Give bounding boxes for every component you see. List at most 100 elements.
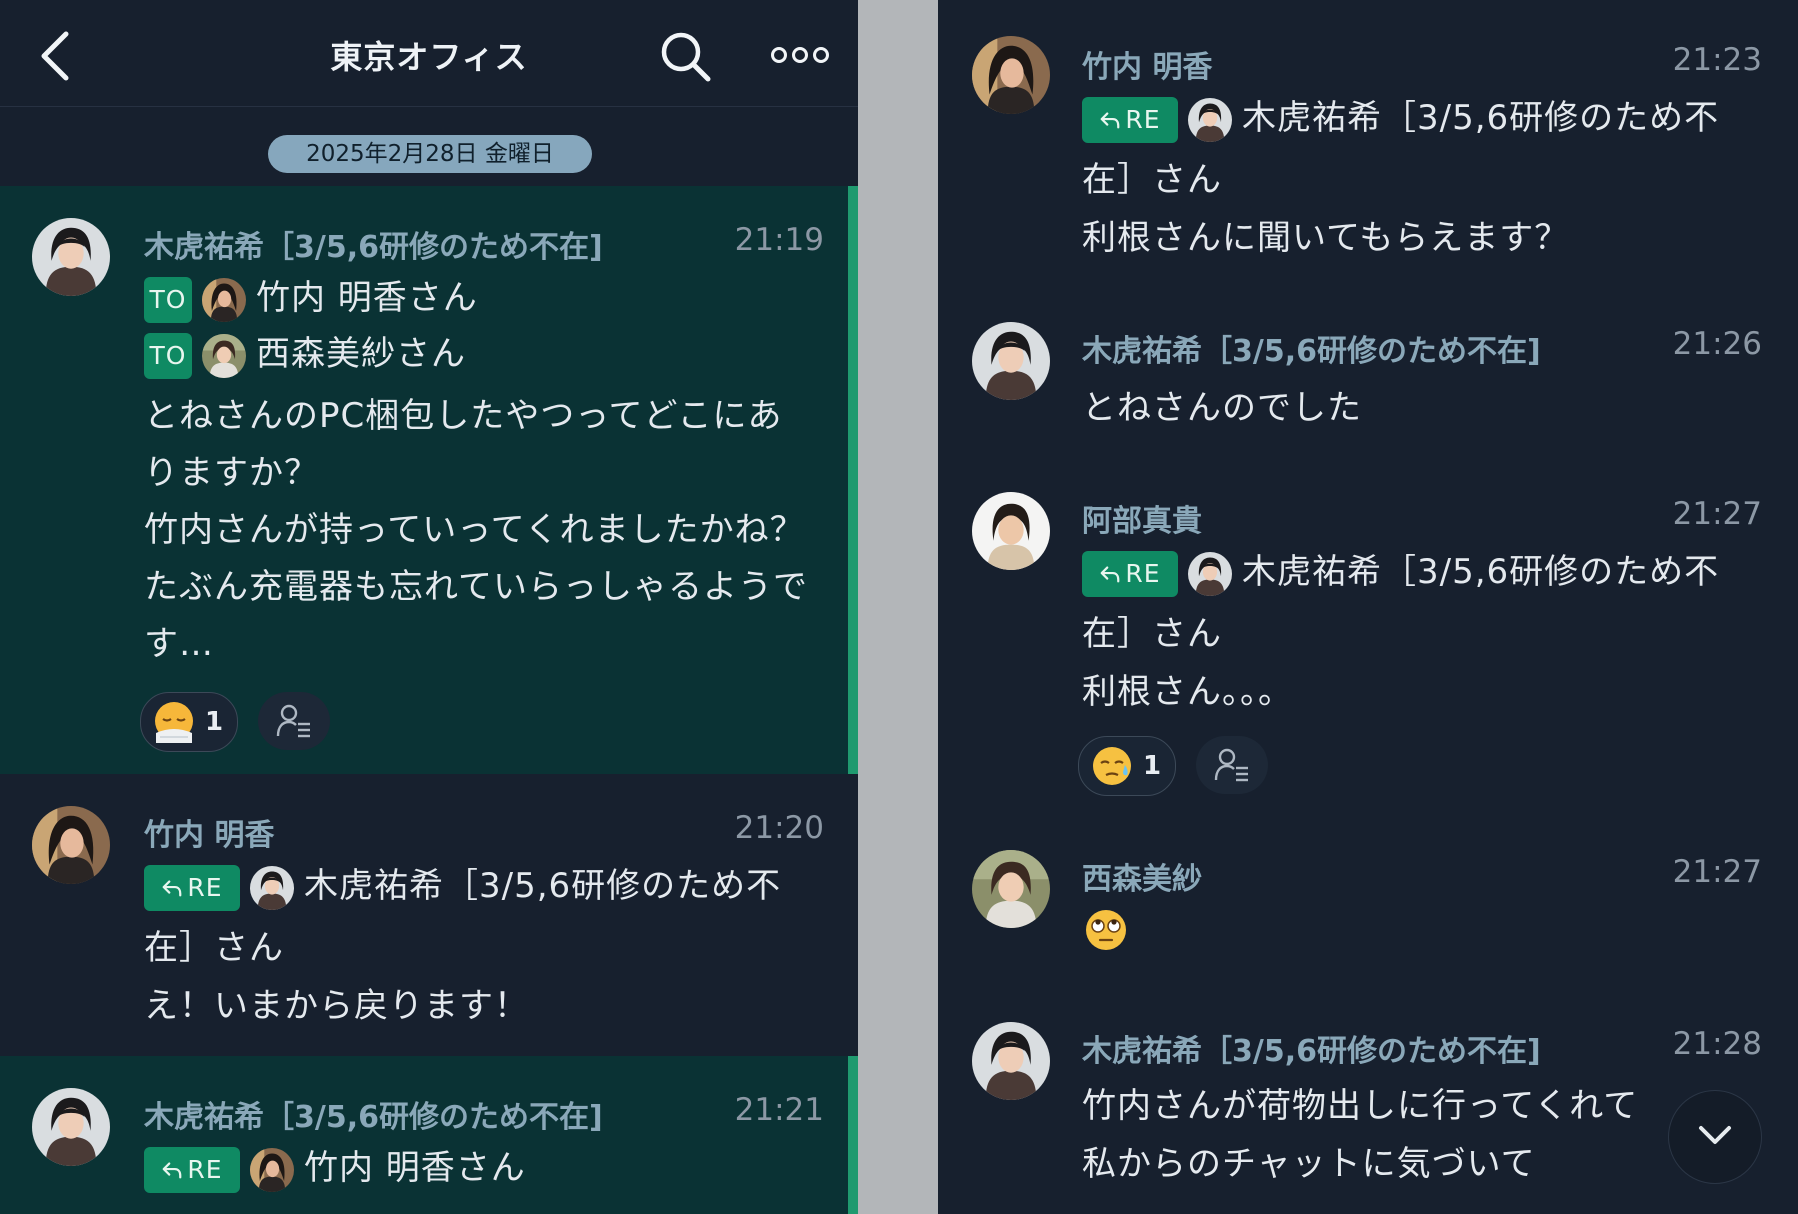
- reply-arrow-icon: [161, 877, 183, 899]
- search-icon[interactable]: [656, 28, 716, 88]
- message-text: え！いまから戻ります！: [144, 986, 529, 1026]
- chat-message[interactable]: 木虎祐希［3/5,6研修のため不在] 21:28 竹内さんが荷物出しに行ってくれ…: [938, 1008, 1796, 1214]
- sender-name[interactable]: 西森美紗: [1082, 854, 1202, 898]
- message-text: 私からのチャットに気づいて: [1082, 1144, 1536, 1184]
- avatar[interactable]: [972, 1022, 1050, 1100]
- message-text: 竹内さんが荷物出しに行ってくれて: [1082, 1086, 1639, 1126]
- re-tag-label: RE: [1125, 558, 1161, 588]
- sender-name[interactable]: 木虎祐希［3/5,6研修のため不在]: [1082, 1026, 1541, 1070]
- chat-message[interactable]: 木虎祐希［3/5,6研修のため不在] 21:26 とねさんのでした: [938, 300, 1796, 470]
- mini-avatar: [250, 866, 294, 910]
- highlight-bar: [848, 186, 858, 774]
- reply-line: RE 木虎祐希［3/5,6研修のため不: [1082, 90, 1719, 143]
- read-members-icon: [276, 704, 312, 738]
- read-members-button[interactable]: [1196, 736, 1268, 794]
- to-line: TO 西森美紗さん: [144, 326, 466, 379]
- highlight-bar: [848, 1056, 858, 1214]
- avatar[interactable]: [32, 806, 110, 884]
- message-text: たぶん充電器も忘れていらっしゃるようで: [144, 567, 808, 607]
- message-text: 竹内さんが持っていってくれましたかね？: [144, 510, 805, 550]
- reaction-count: 1: [1143, 751, 1162, 781]
- message-time: 21:21: [734, 1092, 824, 1128]
- sender-name[interactable]: 竹内 明香: [144, 810, 274, 854]
- mini-avatar: [1188, 98, 1232, 142]
- avatar[interactable]: [32, 218, 110, 296]
- to-tag: TO: [144, 332, 192, 379]
- date-separator: 2025年2月28日 金曜日: [268, 135, 592, 173]
- reaction-pill[interactable]: 1: [140, 692, 238, 752]
- chat-message[interactable]: 西森美紗 21:27: [938, 838, 1796, 1008]
- reply-arrow-icon: [1099, 109, 1121, 131]
- message-time: 21:26: [1672, 326, 1762, 362]
- sender-name[interactable]: 木虎祐希［3/5,6研修のため不在]: [144, 222, 603, 266]
- sender-name[interactable]: 木虎祐希［3/5,6研修のため不在]: [1082, 326, 1541, 370]
- message-time: 21:27: [1672, 496, 1762, 532]
- avatar[interactable]: [972, 36, 1050, 114]
- message-time: 21:23: [1672, 42, 1762, 78]
- scroll-to-bottom-button[interactable]: [1668, 1090, 1762, 1184]
- mini-avatar: [1188, 552, 1232, 596]
- re-tag: RE: [1082, 550, 1178, 597]
- chat-room-title: 東京オフィス: [330, 38, 528, 76]
- message-text: とねさんのPC梱包したやつってどこにあ: [144, 396, 783, 436]
- eye-roll-emoji-icon: [1086, 910, 1126, 950]
- sender-name[interactable]: 木虎祐希［3/5,6研修のため不在]: [144, 1092, 603, 1136]
- reply-line: RE 竹内 明香さん: [144, 1140, 526, 1193]
- message-text: 利根さんに聞いてもらえます？: [1082, 218, 1570, 258]
- chat-message[interactable]: 竹内 明香 21:23 RE 木虎祐希［3/5,6研修のため不 在］さん 利根さん…: [938, 0, 1796, 300]
- message-text: りますか？: [144, 453, 319, 493]
- chat-message[interactable]: 竹内 明香 21:20 RE 木虎祐希［3/5,6研修のため不 在］さん え！いま…: [0, 774, 858, 1056]
- mini-avatar: [202, 278, 246, 322]
- read-members-icon: [1214, 748, 1250, 782]
- sender-name[interactable]: 竹内 明香: [1082, 42, 1212, 86]
- avatar[interactable]: [32, 1088, 110, 1166]
- reaction-pill[interactable]: 1: [1078, 736, 1176, 796]
- avatar[interactable]: [972, 492, 1050, 570]
- sender-name[interactable]: 阿部真貴: [1082, 496, 1202, 540]
- chat-pane-left: 東京オフィス 2025年2月28日 金曜日 木虎祐希［3/5,6研修のため不在]…: [0, 0, 858, 1214]
- message-text: とねさんのでした: [1082, 388, 1362, 428]
- message-time: 21:19: [734, 222, 824, 258]
- message-text: す…: [144, 624, 214, 664]
- sleepy-emoji-icon: [155, 702, 193, 743]
- message-time: 21:28: [1672, 1026, 1762, 1062]
- to-tag: TO: [144, 276, 192, 323]
- to-recipient: 西森美紗さん: [256, 334, 466, 374]
- re-tag: RE: [1082, 96, 1178, 143]
- re-tag-label: RE: [187, 1154, 223, 1184]
- reply-line: RE 木虎祐希［3/5,6研修のため不: [144, 858, 781, 911]
- scroll-down-chevron-icon: [1699, 1126, 1731, 1144]
- mini-avatar: [250, 1148, 294, 1192]
- re-tag-label: RE: [1125, 104, 1161, 134]
- reaction-count: 1: [205, 707, 224, 737]
- message-time: 21:27: [1672, 854, 1762, 890]
- mini-avatar: [202, 334, 246, 378]
- reply-target: 木虎祐希［3/5,6研修のため不: [1242, 98, 1720, 138]
- message-text: 在］さん: [1082, 160, 1222, 200]
- sweat-emoji-icon: [1093, 747, 1131, 785]
- re-tag: RE: [144, 1146, 240, 1193]
- to-line: TO 竹内 明香さん: [144, 270, 478, 323]
- reply-target: 木虎祐希［3/5,6研修のため不: [304, 866, 782, 906]
- reply-arrow-icon: [1099, 563, 1121, 585]
- chat-message[interactable]: 阿部真貴 21:27 RE 木虎祐希［3/5,6研修のため不 在］さん 利根さん。…: [938, 470, 1796, 838]
- reply-target: 木虎祐希［3/5,6研修のため不: [1242, 552, 1720, 592]
- chat-message[interactable]: 木虎祐希［3/5,6研修のため不在] 21:19 TO 竹内 明香さん TO 西森美…: [0, 186, 858, 774]
- message-text: 在］さん: [144, 928, 284, 968]
- avatar[interactable]: [972, 850, 1050, 928]
- read-members-button[interactable]: [258, 692, 330, 750]
- chat-header: 東京オフィス: [0, 0, 858, 107]
- re-tag-label: RE: [187, 872, 223, 902]
- chat-pane-right: 竹内 明香 21:23 RE 木虎祐希［3/5,6研修のため不 在］さん 利根さん…: [938, 0, 1798, 1214]
- reply-target: 竹内 明香さん: [304, 1148, 526, 1188]
- message-time: 21:20: [734, 810, 824, 846]
- avatar[interactable]: [972, 322, 1050, 400]
- reply-line: RE 木虎祐希［3/5,6研修のため不: [1082, 544, 1719, 597]
- message-text: 利根さん。。。: [1082, 672, 1293, 712]
- reply-arrow-icon: [161, 1159, 183, 1181]
- to-recipient: 竹内 明香さん: [256, 278, 478, 318]
- more-dots-icon[interactable]: [770, 40, 830, 70]
- re-tag: RE: [144, 864, 240, 911]
- message-text: 在］さん: [1082, 614, 1222, 654]
- chat-message[interactable]: 木虎祐希［3/5,6研修のため不在] 21:21 RE 竹内 明香さん: [0, 1056, 858, 1214]
